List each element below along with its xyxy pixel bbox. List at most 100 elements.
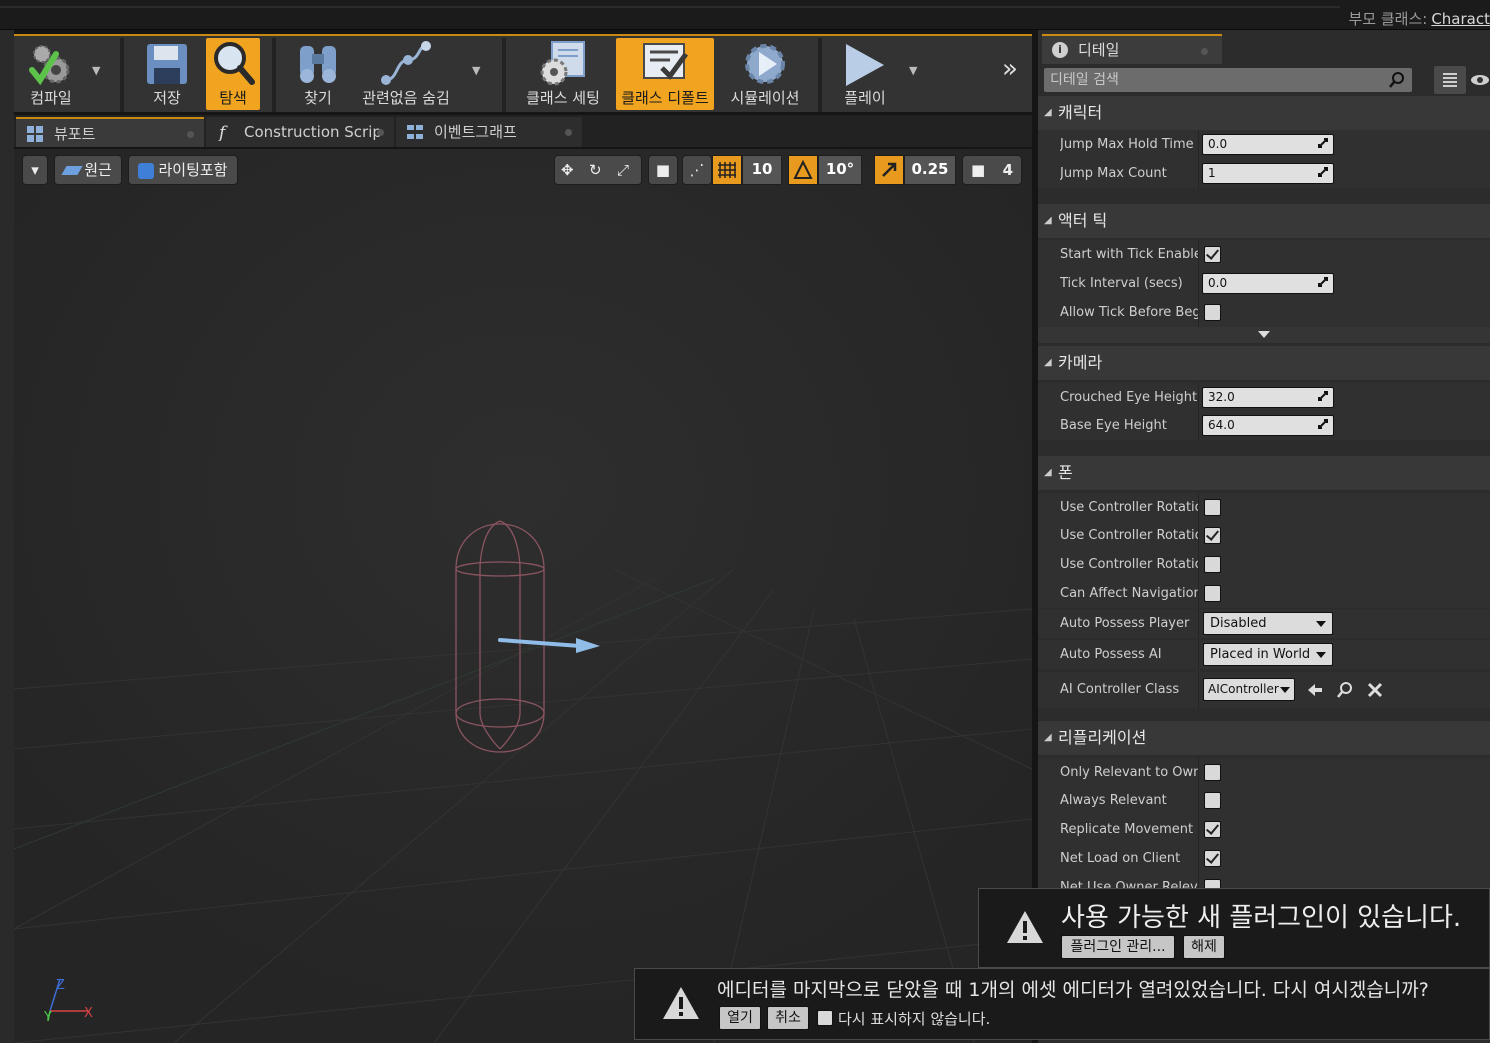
world-local-cube-icon[interactable]: ■ xyxy=(648,155,678,185)
base-eye-height-field[interactable]: 64.0 xyxy=(1202,415,1334,436)
chevron-down-icon xyxy=(1316,652,1326,658)
hide-unrelated-button[interactable]: 관련없음 숨김 xyxy=(358,38,454,110)
advanced-expander[interactable] xyxy=(1038,327,1490,343)
compile-options-chevron-down-icon[interactable]: ▼ xyxy=(92,64,104,77)
cancel-button[interactable]: 취소 xyxy=(767,1006,809,1030)
selected-value: Placed in World xyxy=(1210,647,1311,662)
search-placeholder: 디테일 검색 xyxy=(1050,72,1119,88)
camera-speed-button[interactable]: ■ 4 xyxy=(962,155,1022,185)
parent-class-link[interactable]: Charact xyxy=(1431,10,1490,28)
spin-arrows-icon[interactable] xyxy=(1317,390,1329,402)
property-row: Only Relevant to Owner xyxy=(1038,758,1490,787)
category-character[interactable]: ◢ 캐릭터 xyxy=(1038,96,1490,130)
tab-close-dot[interactable] xyxy=(1201,48,1208,55)
tab-close-dot[interactable] xyxy=(187,131,194,138)
spin-arrows-icon[interactable] xyxy=(1317,137,1329,149)
play-options-chevron-down-icon[interactable]: ▼ xyxy=(909,64,921,77)
category-camera[interactable]: ◢ 카메라 xyxy=(1038,346,1490,380)
auto-possess-ai-dropdown[interactable]: Placed in World xyxy=(1203,643,1333,666)
class-defaults-button[interactable]: 클래스 디폴트 xyxy=(616,38,714,110)
selected-value: Disabled xyxy=(1210,616,1267,631)
dont-show-again-checkbox[interactable] xyxy=(817,1010,833,1026)
toolbar-separator xyxy=(502,38,506,112)
viewport-grid-icon xyxy=(27,126,43,142)
3d-viewport[interactable]: Z X Y ▾ 원근 라이팅포함 ✥ ↻ ⤢ ■ ⋰ 10 10° 0.25 ■… xyxy=(14,149,1032,1043)
only-relevant-to-owner-checkbox[interactable] xyxy=(1204,764,1221,781)
use-controller-rotation-yaw-checkbox[interactable] xyxy=(1204,527,1221,544)
browse-magnifier-icon[interactable] xyxy=(1336,681,1354,699)
column-divider xyxy=(1198,240,1199,269)
auto-possess-player-dropdown[interactable]: Disabled xyxy=(1203,612,1333,635)
save-button[interactable]: 저장 xyxy=(138,38,196,110)
field-value: 0.0 xyxy=(1208,276,1228,290)
search-icon[interactable] xyxy=(1388,71,1406,89)
rotate-icon[interactable]: ↻ xyxy=(589,156,602,184)
class-settings-button[interactable]: 클래스 세팅 xyxy=(522,38,604,110)
event-graph-icon xyxy=(407,125,423,139)
jump-max-hold-time-field[interactable]: 0.0 xyxy=(1202,134,1334,155)
use-controller-rotation-pitch-checkbox[interactable] xyxy=(1204,499,1221,516)
tab-close-dot[interactable] xyxy=(377,129,384,136)
tab-close-dot[interactable] xyxy=(565,129,572,136)
scale-snap-value[interactable]: 0.25 xyxy=(904,155,956,185)
toolbar-overflow-icon[interactable]: » xyxy=(1002,54,1018,84)
grid-snap-value[interactable]: 10 xyxy=(742,155,782,185)
hide-unrelated-options-chevron-down-icon[interactable]: ▼ xyxy=(472,64,484,77)
allow-tick-before-begin-checkbox[interactable] xyxy=(1204,304,1221,321)
can-affect-navigation-checkbox[interactable] xyxy=(1204,585,1221,602)
category-actor-tick[interactable]: ◢ 액터 틱 xyxy=(1038,204,1490,238)
surface-snap-icon[interactable]: ⋰ xyxy=(682,155,712,185)
scale-icon[interactable]: ⤢ xyxy=(617,156,629,184)
browse-button[interactable]: 탐색 xyxy=(206,38,260,110)
details-tab[interactable]: i 디테일 xyxy=(1042,34,1222,64)
lit-mode-button[interactable]: 라이팅포함 xyxy=(128,155,238,185)
spin-arrows-icon[interactable] xyxy=(1317,166,1329,178)
translate-icon[interactable]: ✥ xyxy=(561,156,574,184)
compile-button[interactable]: 컴파일 xyxy=(18,38,84,110)
tab-viewport[interactable]: 뷰포트 xyxy=(16,117,204,147)
dismiss-button[interactable]: 해제 xyxy=(1183,935,1225,959)
property-row: Jump Max Hold Time 0.0 xyxy=(1038,130,1490,159)
crouched-eye-height-field[interactable]: 32.0 xyxy=(1202,387,1334,408)
column-divider xyxy=(1198,786,1199,815)
eye-visibility-icon[interactable] xyxy=(1470,72,1490,88)
simulation-button[interactable]: 시뮬레이션 xyxy=(726,38,804,110)
property-row: Jump Max Count 1 xyxy=(1038,159,1490,188)
use-controller-rotation-roll-checkbox[interactable] xyxy=(1204,556,1221,573)
category-pawn[interactable]: ◢ 폰 xyxy=(1038,456,1490,490)
always-relevant-checkbox[interactable] xyxy=(1204,792,1221,809)
scale-snap-icon[interactable] xyxy=(874,155,904,185)
details-search-input[interactable]: 디테일 검색 xyxy=(1044,68,1412,92)
tab-construction-script[interactable]: f Construction Scrip xyxy=(206,117,394,147)
ai-controller-class-dropdown[interactable]: AIController xyxy=(1203,678,1295,701)
property-row: Start with Tick Enabled xyxy=(1038,240,1490,269)
property-matrix-icon[interactable] xyxy=(1434,66,1466,94)
property-row: Use Controller Rotation P xyxy=(1038,493,1490,522)
jump-max-count-field[interactable]: 1 xyxy=(1202,163,1334,184)
use-selected-arrow-left-icon[interactable] xyxy=(1306,681,1324,699)
spin-arrows-icon[interactable] xyxy=(1317,418,1329,430)
tab-event-graph[interactable]: 이벤트그래프 xyxy=(396,117,582,147)
spin-arrows-icon[interactable] xyxy=(1317,276,1329,288)
manage-plugins-button[interactable]: 플러그인 관리... xyxy=(1061,935,1175,959)
find-button[interactable]: 찾기 xyxy=(290,38,346,110)
chevron-down-icon xyxy=(1280,687,1290,693)
chevron-down-icon xyxy=(1316,621,1326,627)
rotation-snap-icon[interactable] xyxy=(788,155,818,185)
category-replication[interactable]: ◢ 리플리케이션 xyxy=(1038,721,1490,755)
viewport-options-chevron-down-icon[interactable]: ▾ xyxy=(22,155,48,185)
replicate-movement-checkbox[interactable] xyxy=(1204,821,1221,838)
tab-label: 이벤트그래프 xyxy=(434,123,517,141)
grid-snap-icon[interactable] xyxy=(712,155,742,185)
rotation-snap-value[interactable]: 10° xyxy=(818,155,862,185)
simulation-icon xyxy=(745,44,785,84)
start-with-tick-checkbox[interactable] xyxy=(1204,246,1221,263)
lit-cube-icon xyxy=(138,162,155,179)
tick-interval-field[interactable]: 0.0 xyxy=(1202,273,1334,294)
clear-x-icon[interactable] xyxy=(1366,681,1384,699)
play-button[interactable]: 플레이 xyxy=(832,38,898,110)
net-load-on-client-checkbox[interactable] xyxy=(1204,850,1221,867)
open-button[interactable]: 열기 xyxy=(719,1006,761,1030)
perspective-button[interactable]: 원근 xyxy=(54,155,122,185)
details-tab-label: 디테일 xyxy=(1078,41,1120,59)
